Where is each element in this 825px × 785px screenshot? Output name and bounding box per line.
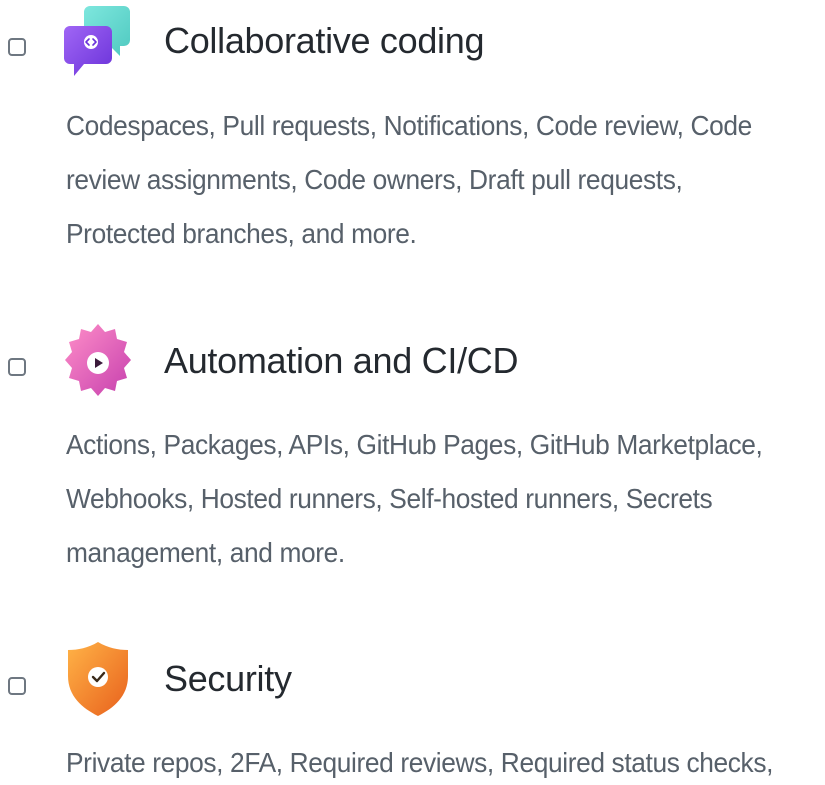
- automation-ci-cd-title: Automation and CI/CD: [164, 340, 519, 381]
- description-line: Webhooks, Hosted runners, Self-hosted ru…: [66, 483, 713, 514]
- automation-ci-cd-checkbox[interactable]: [8, 358, 26, 376]
- description-line: Private repos, 2FA, Required reviews, Re…: [66, 747, 774, 778]
- security-checkbox[interactable]: [8, 677, 26, 695]
- collaborative-coding-title: Collaborative coding: [164, 20, 485, 61]
- shield-check-icon: [64, 640, 134, 720]
- collaborative-coding-description: Codespaces, Pull requests, Notifications…: [66, 99, 780, 261]
- security-description: Private repos, 2FA, Required reviews, Re…: [66, 736, 780, 785]
- security-title: Security: [164, 658, 292, 699]
- description-line: management, and more.: [66, 537, 345, 568]
- description-line: Actions, Packages, APIs, GitHub Pages, G…: [66, 429, 763, 460]
- collaborative-coding-checkbox[interactable]: [8, 38, 26, 56]
- description-line: Codespaces, Pull requests, Notifications…: [66, 110, 752, 141]
- automation-ci-cd-description: Actions, Packages, APIs, GitHub Pages, G…: [66, 418, 780, 580]
- description-line: review assignments, Code owners, Draft p…: [66, 164, 683, 195]
- code-chat-bubble-icon: [64, 4, 134, 84]
- gear-play-icon: [64, 322, 134, 402]
- description-line: Protected branches, and more.: [66, 218, 417, 249]
